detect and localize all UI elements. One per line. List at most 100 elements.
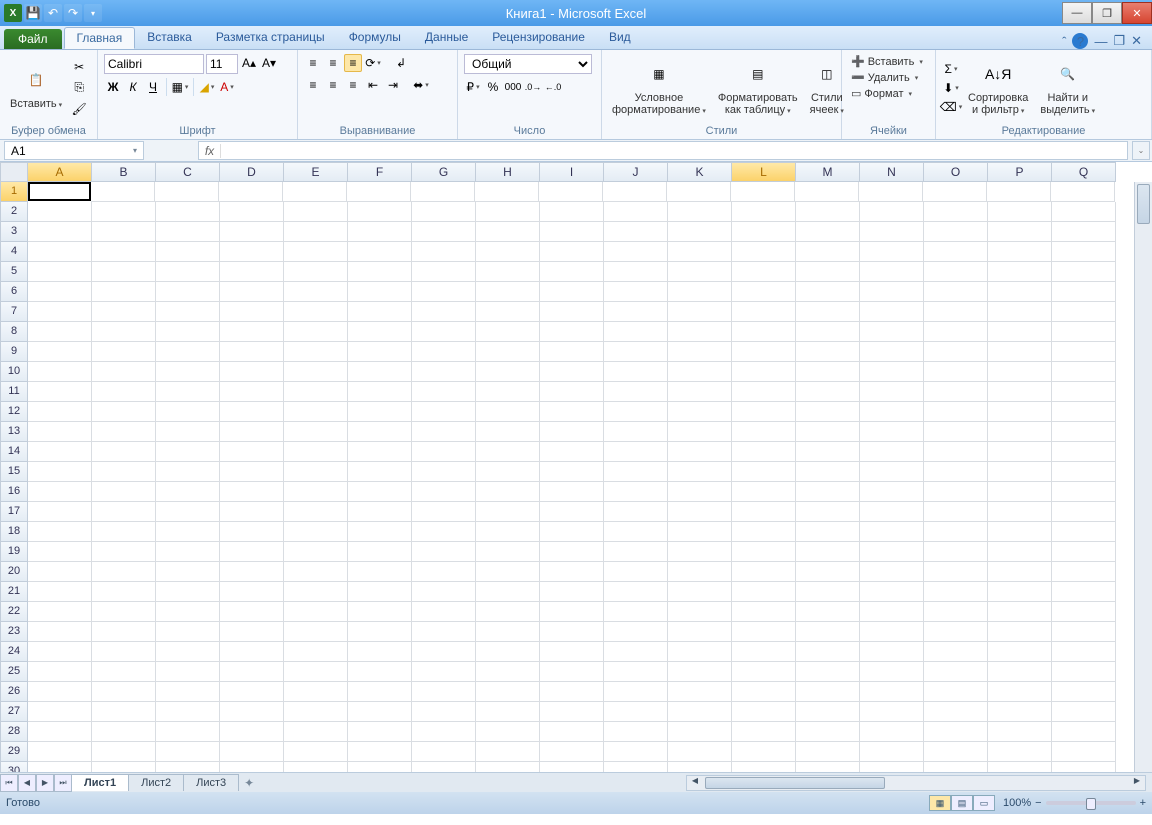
cell-I29[interactable] bbox=[540, 742, 604, 762]
cell-F28[interactable] bbox=[348, 722, 412, 742]
cell-H15[interactable] bbox=[476, 462, 540, 482]
row-header-30[interactable]: 30 bbox=[0, 762, 28, 772]
cell-O7[interactable] bbox=[924, 302, 988, 322]
cell-D1[interactable] bbox=[219, 182, 283, 202]
font-size-select[interactable] bbox=[206, 54, 238, 74]
cell-E28[interactable] bbox=[284, 722, 348, 742]
cell-L2[interactable] bbox=[732, 202, 796, 222]
prev-sheet-button[interactable]: ◀ bbox=[18, 774, 36, 792]
cell-E25[interactable] bbox=[284, 662, 348, 682]
cell-D6[interactable] bbox=[220, 282, 284, 302]
ribbon-tab-Данные[interactable]: Данные bbox=[413, 27, 480, 49]
cell-I12[interactable] bbox=[540, 402, 604, 422]
cell-N7[interactable] bbox=[860, 302, 924, 322]
cell-B3[interactable] bbox=[92, 222, 156, 242]
cell-G7[interactable] bbox=[412, 302, 476, 322]
paste-button[interactable]: 📋 Вставить bbox=[6, 62, 66, 114]
cell-P10[interactable] bbox=[988, 362, 1052, 382]
column-header-F[interactable]: F bbox=[348, 162, 412, 182]
cell-P23[interactable] bbox=[988, 622, 1052, 642]
cell-H8[interactable] bbox=[476, 322, 540, 342]
cell-F10[interactable] bbox=[348, 362, 412, 382]
cell-P29[interactable] bbox=[988, 742, 1052, 762]
cell-F5[interactable] bbox=[348, 262, 412, 282]
cell-F3[interactable] bbox=[348, 222, 412, 242]
cell-K22[interactable] bbox=[668, 602, 732, 622]
cell-H10[interactable] bbox=[476, 362, 540, 382]
cell-E6[interactable] bbox=[284, 282, 348, 302]
column-header-G[interactable]: G bbox=[412, 162, 476, 182]
cell-M7[interactable] bbox=[796, 302, 860, 322]
horizontal-scrollbar[interactable]: ◀▶ bbox=[686, 775, 1146, 791]
cell-A9[interactable] bbox=[28, 342, 92, 362]
align-middle-icon[interactable]: ≡ bbox=[324, 54, 342, 72]
cell-F20[interactable] bbox=[348, 562, 412, 582]
cell-G13[interactable] bbox=[412, 422, 476, 442]
cell-L9[interactable] bbox=[732, 342, 796, 362]
file-tab[interactable]: Файл bbox=[4, 29, 62, 49]
cell-F8[interactable] bbox=[348, 322, 412, 342]
vertical-scrollbar[interactable] bbox=[1134, 182, 1152, 772]
cell-F1[interactable] bbox=[347, 182, 411, 202]
cell-F19[interactable] bbox=[348, 542, 412, 562]
cell-L7[interactable] bbox=[732, 302, 796, 322]
cell-E18[interactable] bbox=[284, 522, 348, 542]
doc-close-icon[interactable]: ✕ bbox=[1131, 33, 1142, 49]
cell-D23[interactable] bbox=[220, 622, 284, 642]
cell-I10[interactable] bbox=[540, 362, 604, 382]
cell-K19[interactable] bbox=[668, 542, 732, 562]
row-header-5[interactable]: 5 bbox=[0, 262, 28, 282]
cell-C5[interactable] bbox=[156, 262, 220, 282]
cell-N9[interactable] bbox=[860, 342, 924, 362]
cell-G1[interactable] bbox=[411, 182, 475, 202]
number-format-select[interactable]: Общий bbox=[464, 54, 592, 74]
cell-L19[interactable] bbox=[732, 542, 796, 562]
cell-K1[interactable] bbox=[667, 182, 731, 202]
cell-P8[interactable] bbox=[988, 322, 1052, 342]
cell-M29[interactable] bbox=[796, 742, 860, 762]
cell-J13[interactable] bbox=[604, 422, 668, 442]
page-break-view-button[interactable]: ▭ bbox=[973, 795, 995, 811]
cell-C20[interactable] bbox=[156, 562, 220, 582]
cell-N20[interactable] bbox=[860, 562, 924, 582]
cell-G22[interactable] bbox=[412, 602, 476, 622]
cell-L27[interactable] bbox=[732, 702, 796, 722]
cell-M6[interactable] bbox=[796, 282, 860, 302]
zoom-out-button[interactable]: − bbox=[1035, 797, 1041, 809]
cell-C16[interactable] bbox=[156, 482, 220, 502]
cell-P4[interactable] bbox=[988, 242, 1052, 262]
italic-button[interactable]: К bbox=[124, 78, 142, 96]
cell-A20[interactable] bbox=[28, 562, 92, 582]
cell-J30[interactable] bbox=[604, 762, 668, 772]
cell-F29[interactable] bbox=[348, 742, 412, 762]
cell-D24[interactable] bbox=[220, 642, 284, 662]
cell-G3[interactable] bbox=[412, 222, 476, 242]
row-header-1[interactable]: 1 bbox=[0, 182, 28, 202]
fill-icon[interactable]: ⬇ bbox=[942, 79, 960, 97]
cell-O8[interactable] bbox=[924, 322, 988, 342]
comma-icon[interactable]: 000 bbox=[504, 78, 522, 96]
cell-O5[interactable] bbox=[924, 262, 988, 282]
row-header-22[interactable]: 22 bbox=[0, 602, 28, 622]
font-color-icon[interactable]: A bbox=[218, 78, 236, 96]
cell-I17[interactable] bbox=[540, 502, 604, 522]
cell-B27[interactable] bbox=[92, 702, 156, 722]
cell-C13[interactable] bbox=[156, 422, 220, 442]
cell-J21[interactable] bbox=[604, 582, 668, 602]
cell-K26[interactable] bbox=[668, 682, 732, 702]
cell-F25[interactable] bbox=[348, 662, 412, 682]
cell-M30[interactable] bbox=[796, 762, 860, 772]
cell-H4[interactable] bbox=[476, 242, 540, 262]
cell-L14[interactable] bbox=[732, 442, 796, 462]
cell-D7[interactable] bbox=[220, 302, 284, 322]
cell-J17[interactable] bbox=[604, 502, 668, 522]
cell-A8[interactable] bbox=[28, 322, 92, 342]
cell-H11[interactable] bbox=[476, 382, 540, 402]
cell-G29[interactable] bbox=[412, 742, 476, 762]
cell-B15[interactable] bbox=[92, 462, 156, 482]
cell-P25[interactable] bbox=[988, 662, 1052, 682]
row-header-4[interactable]: 4 bbox=[0, 242, 28, 262]
row-header-27[interactable]: 27 bbox=[0, 702, 28, 722]
cell-L15[interactable] bbox=[732, 462, 796, 482]
cell-G12[interactable] bbox=[412, 402, 476, 422]
